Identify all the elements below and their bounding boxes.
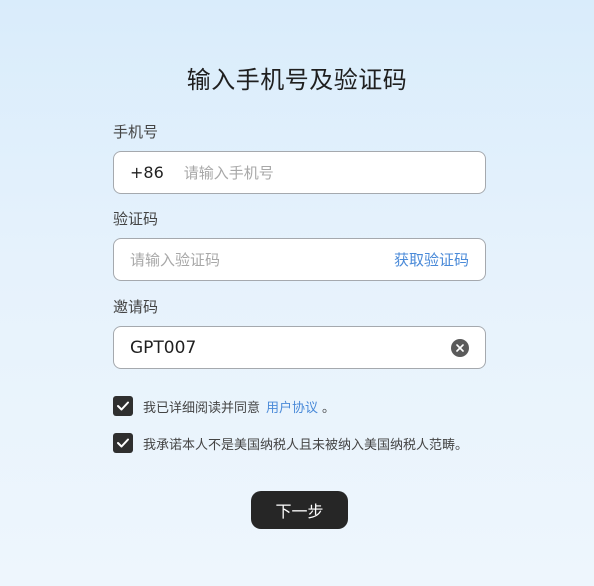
invite-label: 邀请码 xyxy=(113,298,159,316)
invite-input[interactable] xyxy=(130,337,451,358)
phone-input[interactable] xyxy=(183,163,469,182)
get-code-button[interactable]: 获取验证码 xyxy=(394,249,469,270)
next-step-button[interactable]: 下一步 xyxy=(251,491,348,529)
phone-label: 手机号 xyxy=(113,123,159,141)
invite-field[interactable] xyxy=(113,326,486,369)
page-title: 输入手机号及验证码 xyxy=(186,66,408,94)
code-field[interactable]: 获取验证码 xyxy=(113,238,486,281)
terms-checkbox[interactable] xyxy=(113,396,133,416)
tax-text: 我承诺本人不是美国纳税人且未被纳入美国纳税人范畴。 xyxy=(143,437,469,453)
user-agreement-link[interactable]: 用户协议 xyxy=(266,397,318,416)
terms-agreement-row: 我已详细阅读并同意 用户协议 。 xyxy=(113,396,335,416)
checkmark-icon xyxy=(117,401,129,411)
checkmark-icon xyxy=(117,438,129,448)
phone-field[interactable]: +86 xyxy=(113,151,486,194)
code-input[interactable] xyxy=(130,250,394,269)
country-code[interactable]: +86 xyxy=(130,163,164,182)
code-label: 验证码 xyxy=(113,210,159,228)
terms-text: 我已详细阅读并同意 xyxy=(143,400,261,416)
clear-icon[interactable] xyxy=(451,338,469,357)
tax-checkbox[interactable] xyxy=(113,433,133,453)
tax-agreement-row: 我承诺本人不是美国纳税人且未被纳入美国纳税人范畴。 xyxy=(113,433,468,453)
terms-suffix: 。 xyxy=(322,400,336,416)
close-icon xyxy=(456,343,464,352)
